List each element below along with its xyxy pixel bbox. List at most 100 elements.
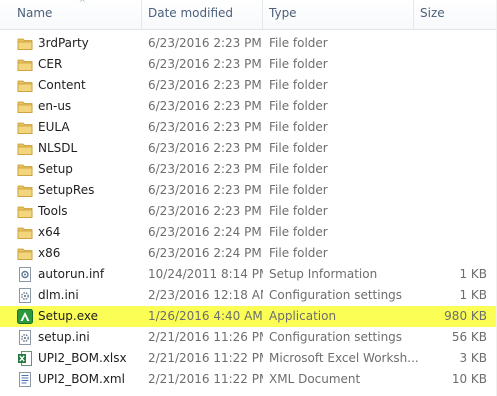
folder-icon xyxy=(17,99,33,114)
file-row[interactable]: x86 6/23/2016 2:24 PM File folder xyxy=(0,243,497,264)
file-name: Tools xyxy=(38,204,68,218)
file-row[interactable]: Content 6/23/2016 2:23 PM File folder xyxy=(0,75,497,96)
file-icon-cell xyxy=(17,96,33,117)
file-icon-cell xyxy=(17,243,33,264)
file-name: SetupRes xyxy=(38,183,95,197)
file-type: File folder xyxy=(269,99,328,113)
file-date-modified: 6/23/2016 2:23 PM xyxy=(148,204,262,218)
file-date-modified: 6/23/2016 2:23 PM xyxy=(148,141,262,155)
file-row[interactable]: Setup 6/23/2016 2:23 PM File folder xyxy=(0,159,497,180)
column-header-date-label: Date modified xyxy=(148,6,234,20)
ini-file-icon xyxy=(17,330,33,345)
file-row[interactable]: CER 6/23/2016 2:23 PM File folder xyxy=(0,54,497,75)
file-size: 56 KB xyxy=(451,330,487,344)
folder-icon xyxy=(17,141,33,156)
file-icon-cell xyxy=(17,306,33,327)
file-date-modified: 6/23/2016 2:23 PM xyxy=(148,162,262,176)
file-date-modified: 2/23/2016 12:18 AM xyxy=(148,288,263,302)
folder-icon xyxy=(17,36,33,51)
file-type: File folder xyxy=(269,36,328,50)
file-row[interactable]: SetupRes 6/23/2016 2:23 PM File folder xyxy=(0,180,497,201)
file-size xyxy=(420,201,487,222)
file-name: Content xyxy=(38,78,86,92)
file-size xyxy=(420,180,487,201)
folder-icon xyxy=(17,162,33,177)
file-date-modified: 6/23/2016 2:24 PM xyxy=(148,246,262,260)
file-date-modified: 6/23/2016 2:23 PM xyxy=(148,78,262,92)
file-size xyxy=(420,54,487,75)
file-type: Configuration settings xyxy=(269,288,403,302)
file-row[interactable]: UPI2_BOM.xml 2/21/2016 11:22 PM XML Docume… xyxy=(0,369,497,390)
file-icon-cell xyxy=(17,222,33,243)
column-divider[interactable] xyxy=(413,0,414,29)
file-name: 3rdParty xyxy=(38,36,89,50)
file-size xyxy=(420,33,487,54)
excel-file-icon xyxy=(17,351,33,366)
file-type: File folder xyxy=(269,204,328,218)
file-icon-cell xyxy=(17,327,33,348)
inf-file-icon xyxy=(17,267,33,282)
file-date-modified: 10/24/2011 8:14 PM xyxy=(148,267,263,281)
file-size: 1 KB xyxy=(459,267,487,281)
file-row[interactable]: NLSDL 6/23/2016 2:23 PM File folder xyxy=(0,138,497,159)
file-name: NLSDL xyxy=(38,141,78,155)
column-header-type[interactable]: Type xyxy=(269,0,409,29)
column-divider[interactable] xyxy=(141,0,142,29)
file-icon-cell xyxy=(17,117,33,138)
file-icon-cell xyxy=(17,75,33,96)
file-name: x86 xyxy=(38,246,61,260)
column-divider[interactable] xyxy=(262,0,263,29)
file-date-modified: 2/21/2016 11:22 PM xyxy=(148,372,263,386)
file-size xyxy=(420,138,487,159)
file-icon-cell xyxy=(17,54,33,75)
file-icon-cell xyxy=(17,369,33,390)
file-name: setup.ini xyxy=(38,330,90,344)
folder-icon xyxy=(17,225,33,240)
column-header-name[interactable]: Name ^ xyxy=(17,0,137,29)
file-row[interactable]: x64 6/23/2016 2:24 PM File folder xyxy=(0,222,497,243)
column-header-date[interactable]: Date modified xyxy=(148,0,258,29)
file-row[interactable]: dlm.ini 2/23/2016 12:18 AM Configuration s… xyxy=(0,285,497,306)
file-row[interactable]: 3rdParty 6/23/2016 2:23 PM File folder xyxy=(0,33,497,54)
file-name: dlm.ini xyxy=(38,288,79,302)
column-header-size-label: Size xyxy=(420,6,445,20)
file-row[interactable]: en-us 6/23/2016 2:23 PM File folder xyxy=(0,96,497,117)
file-size: 980 KB xyxy=(444,309,487,323)
file-row[interactable]: Setup.exe 1/26/2016 4:40 AM Application 980… xyxy=(0,306,497,327)
folder-icon xyxy=(17,120,33,135)
file-type: File folder xyxy=(269,183,328,197)
file-date-modified: 6/23/2016 2:23 PM xyxy=(148,57,262,71)
file-name: CER xyxy=(38,57,63,71)
file-icon-cell xyxy=(17,33,33,54)
file-icon-cell xyxy=(17,264,33,285)
file-row[interactable]: UPI2_BOM.xlsx 2/21/2016 11:22 PM Microsoft… xyxy=(0,348,497,369)
file-size xyxy=(420,222,487,243)
file-name: x64 xyxy=(38,225,61,239)
file-row[interactable]: autorun.inf 10/24/2011 8:14 PM Setup Infor… xyxy=(0,264,497,285)
folder-icon xyxy=(17,57,33,72)
file-name: EULA xyxy=(38,120,70,134)
file-date-modified: 6/23/2016 2:23 PM xyxy=(148,183,262,197)
file-name: UPI2_BOM.xml xyxy=(38,372,125,386)
file-type: File folder xyxy=(269,120,328,134)
folder-icon xyxy=(17,183,33,198)
file-row[interactable]: Tools 6/23/2016 2:23 PM File folder xyxy=(0,201,497,222)
file-date-modified: 1/26/2016 4:40 AM xyxy=(148,309,263,323)
column-header-type-label: Type xyxy=(269,6,297,20)
file-date-modified: 6/23/2016 2:24 PM xyxy=(148,225,262,239)
file-icon-cell xyxy=(17,348,33,369)
file-row[interactable]: setup.ini 2/21/2016 11:26 PM Configuration… xyxy=(0,327,497,348)
folder-icon xyxy=(17,204,33,219)
file-name: Setup xyxy=(38,162,73,176)
ini-file-icon xyxy=(17,288,33,303)
column-header-size[interactable]: Size xyxy=(420,0,490,29)
file-type: File folder xyxy=(269,246,328,260)
file-type: Application xyxy=(269,309,337,323)
file-icon-cell xyxy=(17,180,33,201)
file-row[interactable]: EULA 6/23/2016 2:23 PM File folder xyxy=(0,117,497,138)
file-explorer-window: Name ^ Date modified Type Size 3rdParty 6… xyxy=(0,0,497,396)
file-type: File folder xyxy=(269,57,328,71)
file-size xyxy=(420,75,487,96)
file-date-modified: 2/21/2016 11:26 PM xyxy=(148,330,263,344)
file-size xyxy=(420,117,487,138)
